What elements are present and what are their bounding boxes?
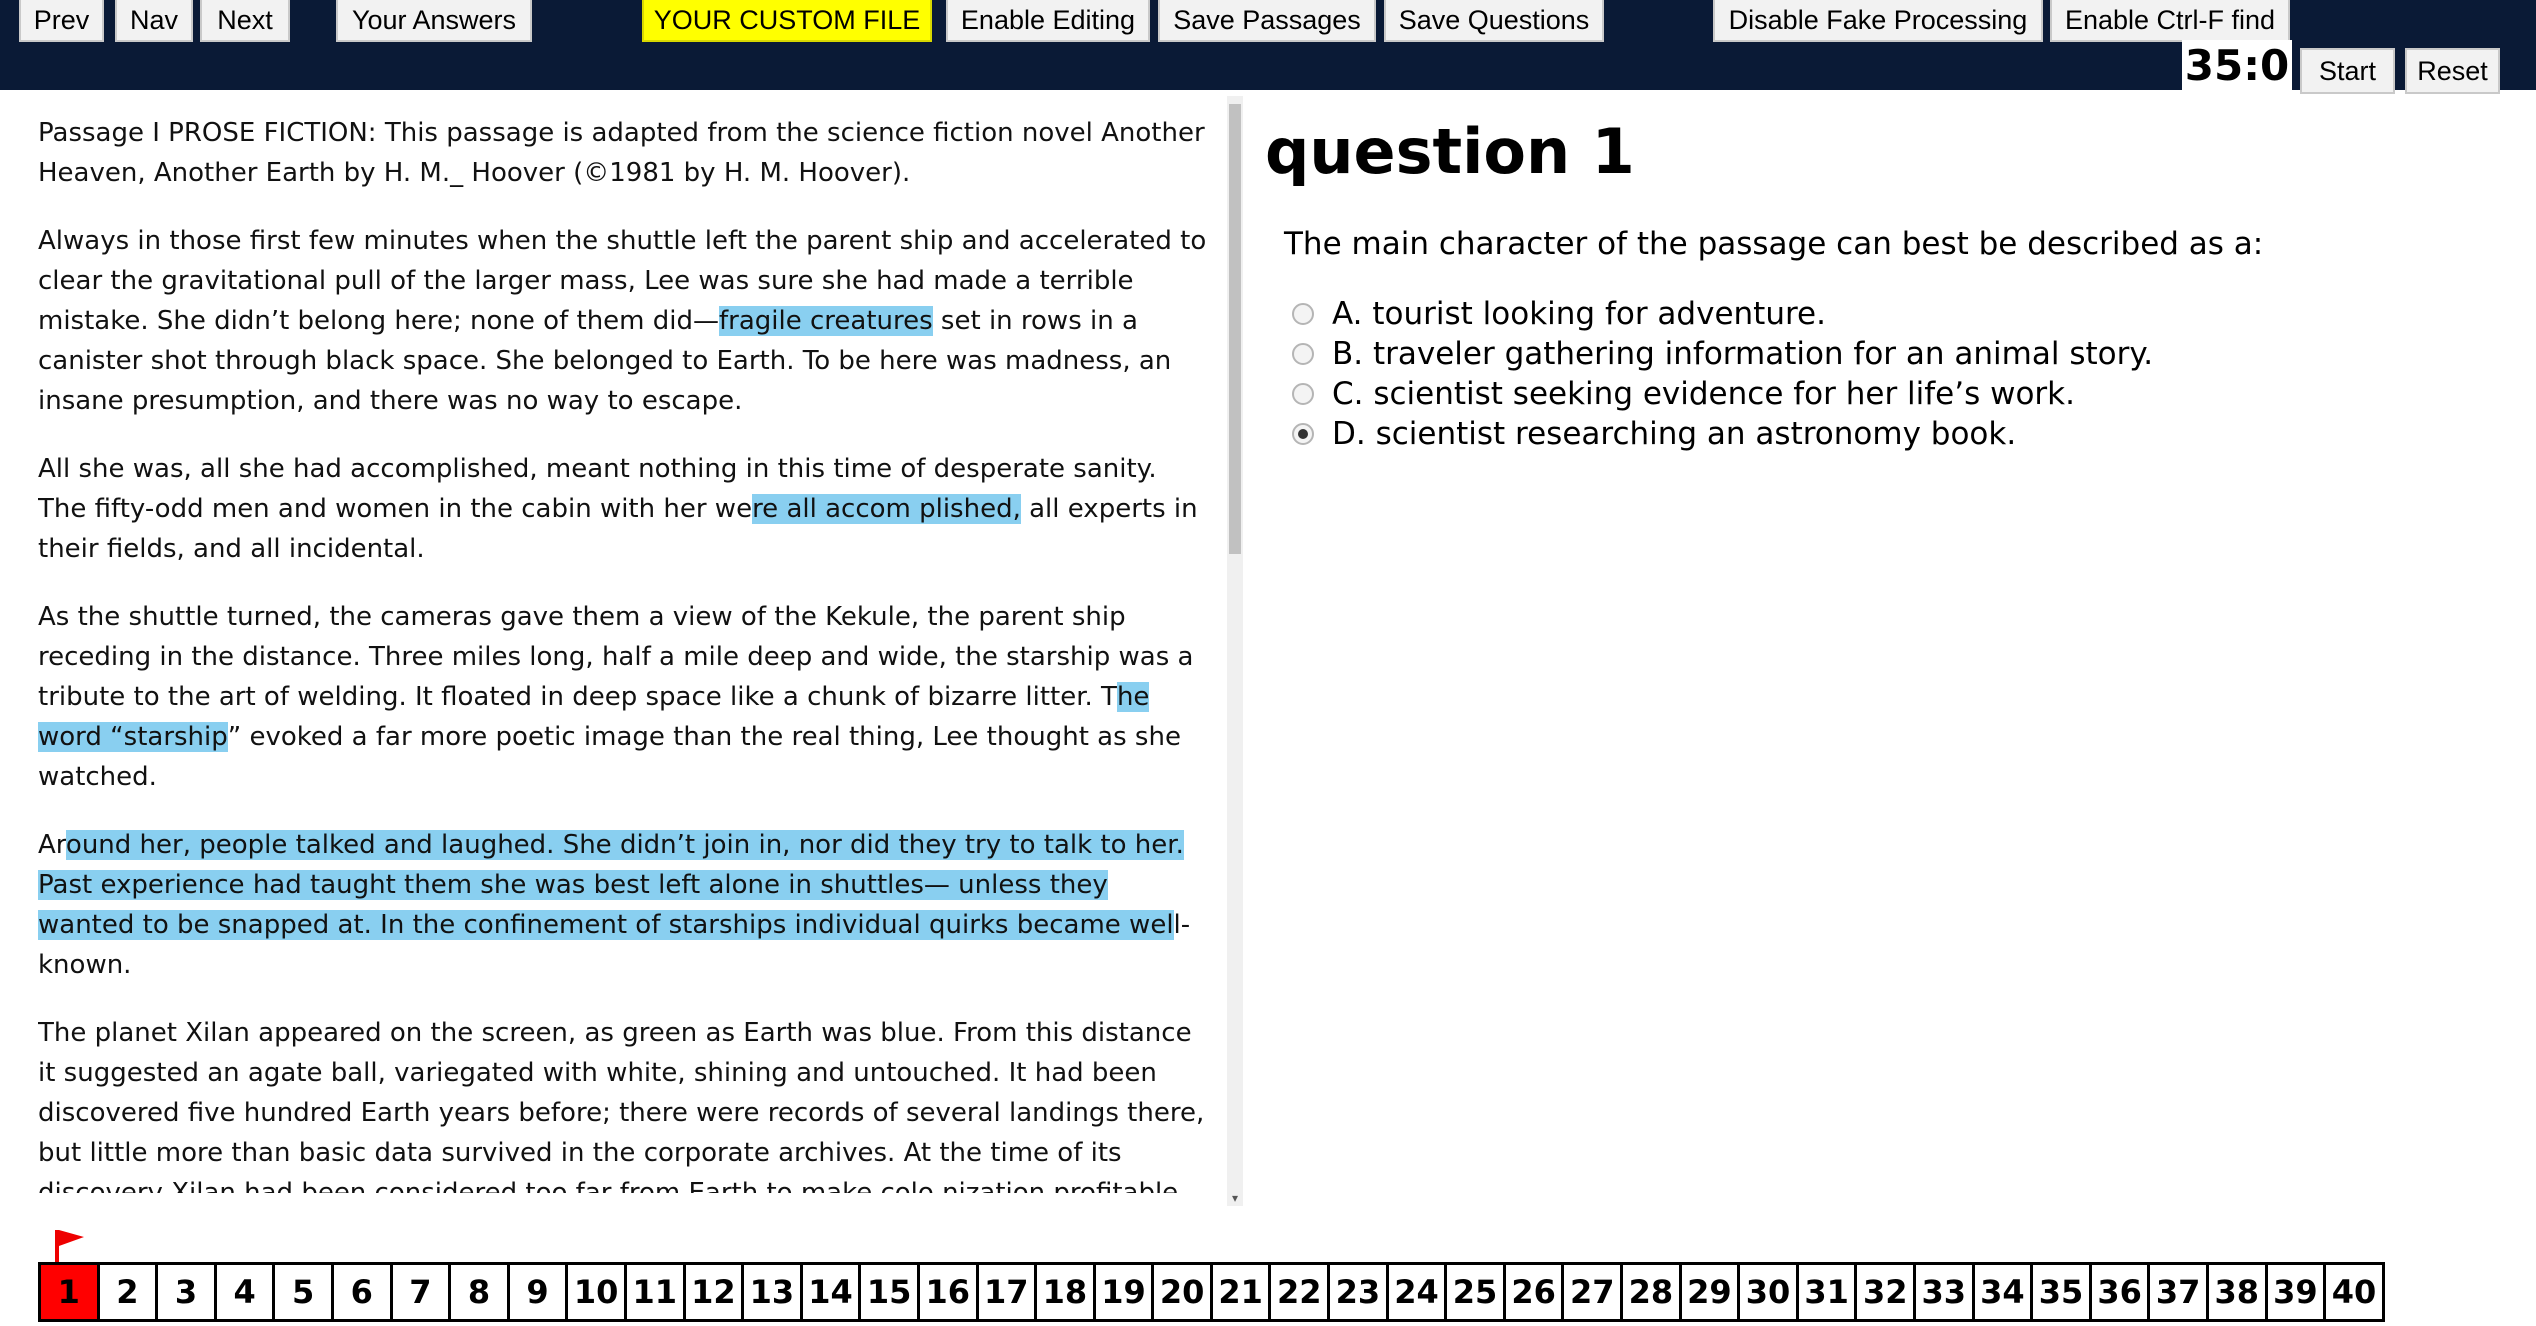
question-number-button[interactable]: 39 — [2264, 1262, 2327, 1322]
question-number-button[interactable]: 19 — [1092, 1262, 1155, 1322]
text-run: Ar — [38, 830, 66, 860]
question-number-button[interactable]: 11 — [623, 1262, 686, 1322]
text-run: As the shuttle turned, the cameras gave … — [38, 602, 1194, 712]
answer-choice-label: D. scientist researching an astronomy bo… — [1332, 416, 2017, 452]
question-number-button[interactable]: 34 — [1971, 1262, 2034, 1322]
question-number-button[interactable]: 40 — [2323, 1262, 2385, 1322]
question-number-button[interactable]: 22 — [1268, 1262, 1331, 1322]
flag-icon — [55, 1230, 84, 1262]
passage-scrollbar[interactable]: ▾ — [1227, 96, 1243, 1206]
prev-button[interactable]: Prev — [19, 0, 104, 42]
question-number-button[interactable]: 28 — [1620, 1262, 1682, 1322]
scroll-down-arrow-icon[interactable]: ▾ — [1227, 1190, 1243, 1206]
question-number-button[interactable]: 25 — [1444, 1262, 1506, 1322]
answer-choice[interactable]: C. scientist seeking evidence for her li… — [1292, 374, 2153, 414]
question-number-button[interactable]: 20 — [1151, 1262, 1213, 1322]
question-number-button[interactable]: 26 — [1502, 1262, 1565, 1322]
question-number-button[interactable]: 38 — [2205, 1262, 2268, 1322]
passage-paragraph: All she was, all she had accomplished, m… — [38, 449, 1208, 569]
question-number-button[interactable]: 35 — [2030, 1262, 2092, 1322]
question-title: question 1 — [1265, 115, 1635, 188]
passage-paragraph: Around her, people talked and laughed. S… — [38, 825, 1208, 985]
disable-fake-processing-button[interactable]: Disable Fake Processing — [1713, 0, 2043, 42]
passage-paragraph: As the shuttle turned, the cameras gave … — [38, 597, 1208, 797]
your-answers-button[interactable]: Your Answers — [336, 0, 532, 42]
highlighted-text[interactable]: ound her, people talked and laughed. She… — [38, 830, 1184, 940]
question-number-button[interactable]: 2 — [96, 1262, 159, 1322]
question-navigator: 1 2 3 4 5 6 7 8 9 10 11 12 13 14 15 16 17 18 19 20 21 22 23 24 2… — [38, 1262, 2385, 1322]
countdown-timer: 35:0 — [2182, 40, 2292, 90]
answer-choice-label: C. scientist seeking evidence for her li… — [1332, 376, 2075, 412]
nav-button[interactable]: Nav — [115, 0, 193, 42]
question-number-button[interactable]: 5 — [272, 1262, 334, 1322]
question-number-button[interactable]: 21 — [1209, 1262, 1272, 1322]
enable-ctrlf-button[interactable]: Enable Ctrl-F find — [2050, 0, 2290, 42]
question-number-button[interactable]: 37 — [2147, 1262, 2209, 1322]
passage-text: Passage I PROSE FICTION: This passage is… — [38, 113, 1208, 1193]
custom-file-button[interactable]: YOUR CUSTOM FILE — [642, 0, 932, 42]
question-number-button[interactable]: 33 — [1913, 1262, 1975, 1322]
radio-button[interactable] — [1292, 383, 1314, 405]
question-number-button[interactable]: 14 — [799, 1262, 862, 1322]
question-number-button[interactable]: 29 — [1678, 1262, 1741, 1322]
answer-choice[interactable]: A. tourist looking for adventure. — [1292, 294, 2153, 334]
answer-choice[interactable]: D. scientist researching an astronomy bo… — [1292, 414, 2153, 454]
question-number-button[interactable]: 24 — [1385, 1262, 1448, 1322]
question-number-button[interactable]: 16 — [916, 1262, 979, 1322]
question-number-button[interactable]: 1 — [38, 1262, 100, 1322]
question-number-button[interactable]: 23 — [1327, 1262, 1389, 1322]
question-number-button[interactable]: 27 — [1561, 1262, 1624, 1322]
highlighted-text[interactable]: fragile creatures — [719, 306, 933, 336]
question-number-button[interactable]: 3 — [155, 1262, 217, 1322]
question-number-button[interactable]: 36 — [2088, 1262, 2151, 1322]
passage-intro: Passage I PROSE FICTION: This passage is… — [38, 118, 1205, 188]
question-number-button[interactable]: 18 — [1034, 1262, 1096, 1322]
question-number-button[interactable]: 10 — [565, 1262, 627, 1322]
question-number-button[interactable]: 30 — [1737, 1262, 1799, 1322]
question-number-button[interactable]: 17 — [975, 1262, 1038, 1322]
question-number-button[interactable]: 15 — [858, 1262, 920, 1322]
question-number-button[interactable]: 32 — [1854, 1262, 1916, 1322]
question-number-button[interactable]: 8 — [448, 1262, 510, 1322]
save-questions-button[interactable]: Save Questions — [1384, 0, 1604, 42]
next-button[interactable]: Next — [200, 0, 290, 42]
radio-button[interactable] — [1292, 303, 1314, 325]
question-number-button[interactable]: 31 — [1795, 1262, 1858, 1322]
scrollbar-thumb[interactable] — [1229, 104, 1241, 554]
passage-paragraph: Always in those first few minutes when t… — [38, 221, 1208, 421]
enable-editing-button[interactable]: Enable Editing — [946, 0, 1150, 42]
question-number-button[interactable]: 9 — [506, 1262, 569, 1322]
reset-button[interactable]: Reset — [2405, 48, 2500, 94]
answer-choice[interactable]: B. traveler gathering information for an… — [1292, 334, 2153, 374]
question-number-button[interactable]: 12 — [682, 1262, 745, 1322]
question-number-button[interactable]: 6 — [330, 1262, 393, 1322]
radio-button[interactable] — [1292, 343, 1314, 365]
question-prompt: The main character of the passage can be… — [1284, 226, 2264, 262]
passage-paragraph: The planet Xilan appeared on the screen,… — [38, 1018, 1205, 1193]
question-number-button[interactable]: 13 — [741, 1262, 803, 1322]
answer-choices: A. tourist looking for adventure. B. trav… — [1292, 294, 2153, 454]
top-toolbar: Prev Nav Next Your Answers YOUR CUSTOM F… — [0, 0, 2536, 94]
radio-button[interactable] — [1292, 423, 1314, 445]
save-passages-button[interactable]: Save Passages — [1158, 0, 1376, 42]
highlighted-text[interactable]: re all accom plished, — [752, 494, 1021, 524]
question-number-button[interactable]: 7 — [389, 1262, 452, 1322]
answer-choice-label: B. traveler gathering information for an… — [1332, 336, 2154, 372]
start-button[interactable]: Start — [2300, 48, 2395, 94]
question-number-button[interactable]: 4 — [213, 1262, 276, 1322]
answer-choice-label: A. tourist looking for adventure. — [1332, 296, 1826, 332]
